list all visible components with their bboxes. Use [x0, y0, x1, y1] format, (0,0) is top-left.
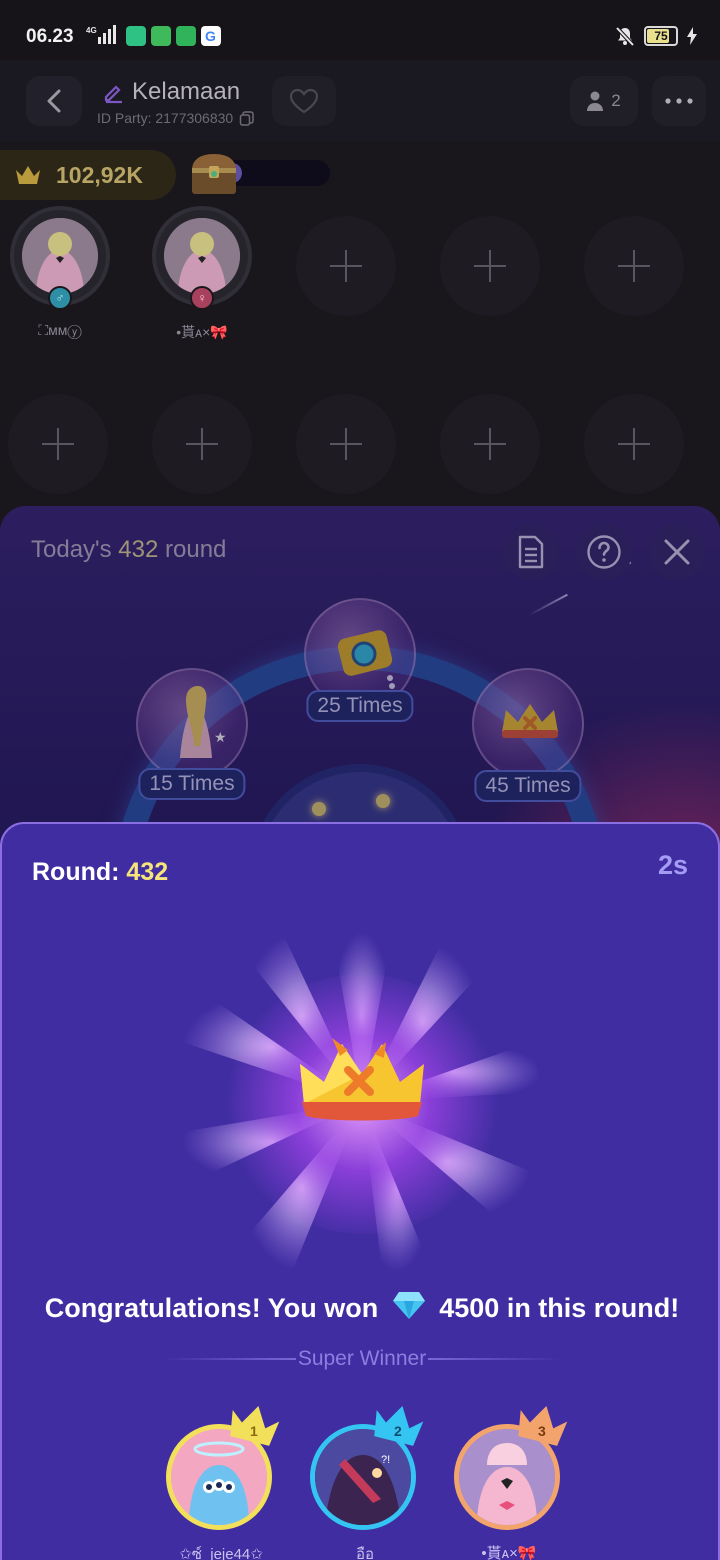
rank-3-crown-icon: 3 [518, 1406, 568, 1446]
plus-icon [42, 428, 74, 460]
chevron-left-icon [47, 89, 61, 113]
bell-off-icon [615, 26, 635, 47]
room-coins-pill[interactable]: 102,92K [0, 150, 176, 200]
winner-rank-1[interactable]: 1 ✩ซ์_jeje44✩ [166, 1406, 280, 1560]
seat-name: ⛶︎ᴍᴍⓨ [38, 322, 82, 338]
svg-text:2: 2 [394, 1423, 402, 1439]
crown-prize-icon [300, 1038, 424, 1121]
male-gender-icon: ♂ [48, 286, 72, 310]
plus-icon [618, 250, 650, 282]
cellular-signal-icon: 4G [86, 25, 116, 44]
winner-rank-3[interactable]: 3 •貰ᴀ×🎀 [454, 1406, 568, 1560]
svg-text:4G: 4G [86, 26, 97, 35]
google-icon: G [201, 26, 221, 46]
plus-icon [474, 428, 506, 460]
winner-name: อือ [355, 1546, 375, 1560]
members-button[interactable]: 2 [570, 76, 638, 126]
status-time: 06.23 [26, 26, 74, 47]
svg-text:3: 3 [538, 1423, 546, 1439]
empty-seat-8[interactable] [296, 394, 396, 494]
empty-seat-4[interactable] [440, 216, 540, 316]
seat-name: •貰ᴀ×🎀 [176, 324, 228, 340]
download-icon [151, 26, 171, 46]
winner-name: •貰ᴀ×🎀 [481, 1545, 537, 1560]
back-button[interactable] [26, 76, 82, 126]
empty-seat-5[interactable] [584, 216, 684, 316]
charging-icon [687, 27, 697, 45]
chat-app-icon [176, 26, 196, 46]
seat-occupied-1[interactable]: ♂ ⛶︎ᴍᴍⓨ [10, 206, 110, 339]
avatar [22, 218, 98, 294]
svg-text:1: 1 [250, 1423, 258, 1439]
empty-seat-7[interactable] [152, 394, 252, 494]
super-winner-label: Super Winner [297, 1347, 427, 1370]
edit-icon [104, 85, 122, 104]
room-coins-value: 102,92K [56, 161, 143, 188]
more-dots-icon [665, 98, 693, 104]
countdown-timer: 2s [657, 850, 688, 880]
congratulations-message: Congratulations! You won 4500 in this ro… [2, 1290, 718, 1324]
empty-seat-6[interactable] [8, 394, 108, 494]
seat-occupied-2[interactable]: ♀ •貰ᴀ×🎀 [152, 206, 252, 342]
treasure-chest-icon[interactable] [188, 150, 240, 198]
crown-icon [16, 166, 40, 184]
winner-name: ✩ซ์_jeje44✩ [179, 1546, 263, 1560]
battery-icon: 75 [644, 26, 678, 46]
heart-icon [289, 88, 319, 114]
empty-seat-3[interactable] [296, 216, 396, 316]
winner-rank-2[interactable]: ?! 2 อือ [310, 1406, 424, 1560]
room-id: ID Party: 2177306830 [97, 110, 255, 126]
room-seats-area: 102,92K ♂ ⛶︎ᴍᴍⓨ ♀ •貰ᴀ×🎀 [0, 142, 720, 542]
empty-seat-9[interactable] [440, 394, 540, 494]
copy-icon[interactable] [239, 110, 255, 126]
person-icon [587, 91, 604, 111]
female-gender-icon: ♀ [190, 286, 214, 310]
plus-icon [330, 250, 362, 282]
status-right: 75 [614, 24, 698, 48]
plus-icon [618, 428, 650, 460]
more-options-button[interactable] [652, 76, 706, 126]
rank-2-crown-icon: 2 [374, 1406, 424, 1446]
room-title[interactable]: Kelamaan [102, 78, 240, 106]
favorite-button[interactable] [272, 76, 336, 126]
diamond-icon [392, 1292, 425, 1319]
rank-1-crown-icon: 1 [230, 1406, 280, 1446]
status-bar: 06.23 4G G 75 [0, 0, 720, 60]
empty-seat-10[interactable] [584, 394, 684, 494]
whatsapp-icon [126, 26, 146, 46]
room-title-text: Kelamaan [132, 78, 241, 105]
super-winner-divider: Super Winner [162, 1346, 563, 1372]
round-label: Round: 432 [32, 858, 169, 886]
room-header: Kelamaan ID Party: 2177306830 2 [0, 60, 720, 142]
avatar [164, 218, 240, 294]
plus-icon [330, 428, 362, 460]
plus-icon [474, 250, 506, 282]
svg-text:?!: ?! [381, 1454, 390, 1466]
svg-text:G: G [205, 28, 216, 44]
plus-icon [186, 428, 218, 460]
round-result-dialog: Round: 432 2s Congratulations! You won 4… [0, 822, 720, 1560]
